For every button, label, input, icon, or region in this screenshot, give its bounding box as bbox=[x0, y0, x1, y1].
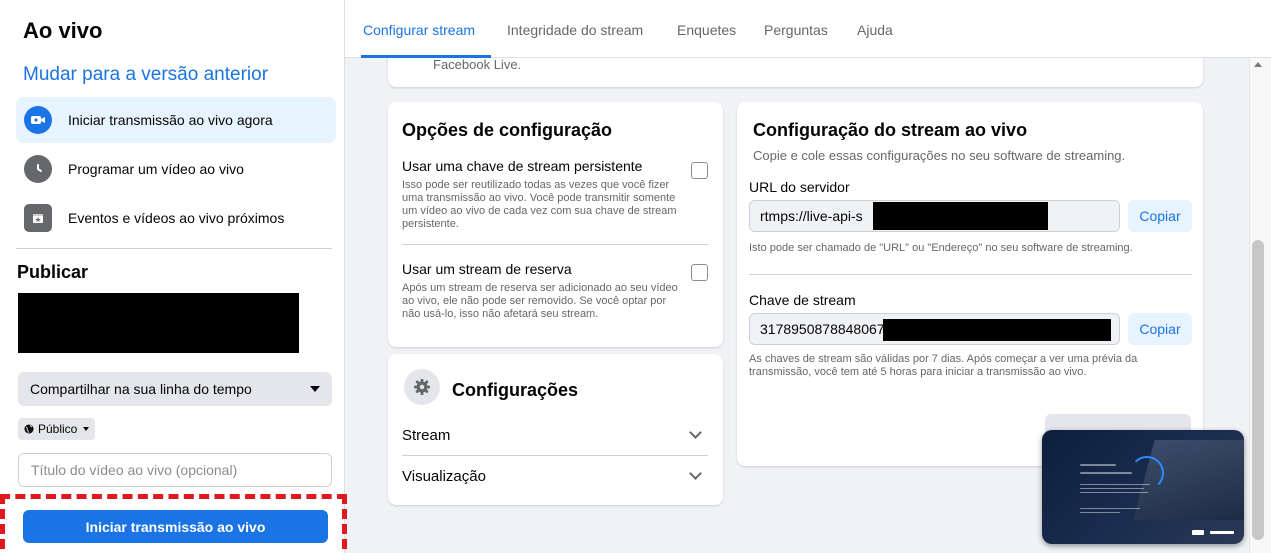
share-destination-select[interactable]: Compartilhar na sua linha do tempo bbox=[18, 372, 332, 406]
stream-accordion[interactable]: Stream bbox=[402, 426, 708, 444]
preview-text-line bbox=[1080, 492, 1148, 493]
sidebar-item-schedule[interactable]: Programar um vídeo ao vivo bbox=[16, 146, 336, 192]
info-card-text: Facebook Live. bbox=[433, 57, 522, 72]
chevron-down-icon bbox=[689, 426, 702, 439]
redacted-block bbox=[883, 319, 1111, 341]
sidebar-item-label: Iniciar transmissão ao vivo agora bbox=[68, 112, 273, 128]
backup-stream-checkbox[interactable] bbox=[691, 264, 708, 281]
setup-options-title: Opções de configuração bbox=[402, 120, 613, 140]
divider bbox=[16, 248, 332, 249]
video-preview-thumbnail[interactable] bbox=[1042, 430, 1244, 544]
sidebar-item-label: Programar um vídeo ao vivo bbox=[68, 161, 244, 177]
settings-title: Configurações bbox=[452, 380, 579, 400]
server-url-label: URL do servidor bbox=[749, 179, 850, 195]
server-url-help: Isto pode ser chamado de "URL" ou "Ender… bbox=[749, 242, 1133, 254]
gear-icon bbox=[404, 369, 440, 405]
switch-version-link[interactable]: Mudar para a versão anterior bbox=[23, 64, 268, 86]
divider bbox=[402, 244, 708, 245]
copy-stream-key-button[interactable]: Copiar bbox=[1128, 313, 1192, 345]
tab-stream-health[interactable]: Integridade do stream bbox=[507, 22, 643, 38]
caret-down-icon bbox=[83, 427, 90, 431]
stream-key-help: As chaves de stream são válidas por 7 di… bbox=[749, 353, 1138, 378]
video-title-input[interactable] bbox=[18, 453, 332, 487]
scroll-up-arrow-icon[interactable] bbox=[1254, 62, 1262, 67]
tab-help[interactable]: Ajuda bbox=[857, 22, 893, 38]
stream-config-subtitle: Copie e cole essas configurações no seu … bbox=[753, 148, 1126, 163]
preview-text-line bbox=[1080, 464, 1116, 466]
persistent-key-description: Isso pode ser reutilizado todas as vezes… bbox=[402, 179, 677, 230]
persistent-key-checkbox[interactable] bbox=[691, 162, 708, 179]
tab-polls[interactable]: Enquetes bbox=[677, 22, 736, 38]
server-url-value: rtmps://live-api-s bbox=[760, 208, 863, 224]
live-stream-config-card: Configuração do stream ao vivo Copie e c… bbox=[737, 102, 1203, 466]
start-live-button[interactable]: Iniciar transmissão ao vivo bbox=[23, 510, 328, 543]
privacy-label: Público bbox=[38, 422, 78, 436]
preview-text-line bbox=[1080, 484, 1150, 485]
sidebar-item-label: Eventos e vídeos ao vivo próximos bbox=[68, 210, 285, 226]
page-title: Ao vivo bbox=[23, 18, 103, 43]
redacted-block bbox=[873, 202, 1048, 230]
caret-down-icon bbox=[310, 386, 320, 392]
backup-stream-label: Usar um stream de reserva bbox=[402, 261, 572, 277]
sidebar: Ao vivo Mudar para a versão anterior Ini… bbox=[0, 0, 345, 553]
live-camera-icon bbox=[24, 106, 52, 134]
settings-card: Configurações Stream Visualização bbox=[388, 354, 723, 505]
preview-text-line bbox=[1080, 488, 1144, 489]
setup-options-card: Opções de configuração Usar uma chave de… bbox=[388, 102, 723, 347]
backup-stream-description: Após um stream de reserva ser adicionado… bbox=[402, 282, 678, 320]
divider bbox=[402, 455, 708, 456]
stream-key-value: 3178950878848067 bbox=[760, 321, 885, 337]
sidebar-item-upcoming-events[interactable]: Eventos e vídeos ao vivo próximos bbox=[16, 195, 336, 241]
preview-logo bbox=[1192, 530, 1204, 535]
calendar-icon bbox=[24, 204, 52, 232]
preview-text-line bbox=[1080, 508, 1140, 509]
globe-icon bbox=[24, 424, 34, 434]
active-tab-indicator bbox=[361, 55, 491, 58]
copy-server-url-button[interactable]: Copiar bbox=[1128, 200, 1192, 232]
scrollbar-thumb[interactable] bbox=[1252, 240, 1264, 540]
chevron-down-icon bbox=[689, 467, 702, 480]
stream-accordion-label: Stream bbox=[402, 427, 451, 444]
tab-configure-stream[interactable]: Configurar stream bbox=[363, 22, 475, 38]
stream-config-title: Configuração do stream ao vivo bbox=[753, 120, 1028, 140]
tab-questions[interactable]: Perguntas bbox=[764, 22, 828, 38]
preview-accordion[interactable]: Visualização bbox=[402, 467, 708, 485]
divider bbox=[749, 274, 1192, 275]
persistent-key-label: Usar uma chave de stream persistente bbox=[402, 158, 643, 174]
preview-logo bbox=[1210, 531, 1234, 534]
preview-text-line bbox=[1080, 512, 1120, 513]
share-destination-value: Compartilhar na sua linha do tempo bbox=[30, 381, 252, 397]
sidebar-item-go-live-now[interactable]: Iniciar transmissão ao vivo agora bbox=[16, 97, 336, 143]
redacted-block bbox=[18, 293, 299, 353]
preview-text-line bbox=[1080, 472, 1132, 474]
privacy-selector[interactable]: Público bbox=[18, 418, 96, 440]
preview-accordion-label: Visualização bbox=[402, 468, 486, 485]
stream-key-label: Chave de stream bbox=[749, 292, 856, 308]
publish-heading: Publicar bbox=[17, 262, 89, 282]
clock-icon bbox=[24, 155, 52, 183]
tab-bar: Configurar stream Integridade do stream … bbox=[345, 0, 1271, 58]
